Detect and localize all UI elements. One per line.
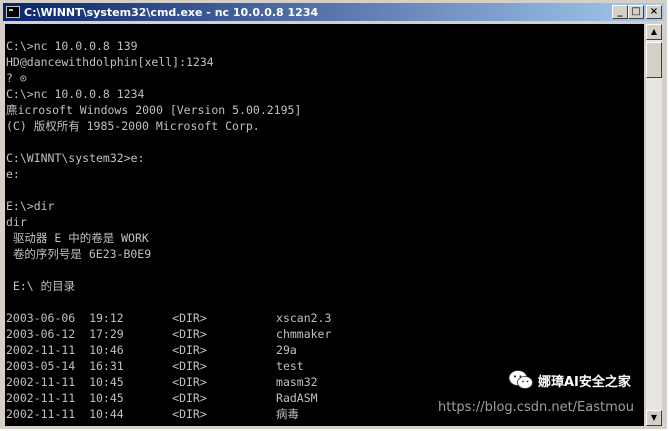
- scroll-thumb[interactable]: [646, 42, 662, 78]
- console-line: dir: [6, 215, 27, 229]
- console-line: 2002-11-11 10:44 <DIR> 病毒: [6, 407, 300, 421]
- console-line: 2002-11-11 10:45 <DIR> RadASM: [6, 391, 318, 405]
- cmd-icon[interactable]: [6, 6, 20, 18]
- console-line: 2003-06-12 17:29 <DIR> chmmaker: [6, 327, 332, 341]
- close-button[interactable]: ×: [646, 5, 662, 19]
- maximize-button[interactable]: □: [628, 5, 644, 19]
- vertical-scrollbar[interactable]: ▲ ▼: [646, 24, 662, 426]
- console-line: HD@dancewithdolphin[xell]:1234: [6, 55, 214, 69]
- console-line: 2003-05-14 16:31 <DIR> test: [6, 359, 304, 373]
- console-line: 驱动器 E 中的卷是 WORK: [6, 231, 149, 245]
- console-line: ? ⊙: [6, 71, 27, 85]
- title-bar[interactable]: C:\WINNT\system32\cmd.exe - nc 10.0.0.8 …: [3, 3, 664, 21]
- console-line: C:\>nc 10.0.0.8 139: [6, 39, 138, 53]
- console-line: e:: [6, 167, 20, 181]
- console-line: (C) 版权所有 1985-2000 Microsoft Corp.: [6, 119, 260, 133]
- scroll-down-button[interactable]: ▼: [646, 410, 662, 426]
- console-line: 2002-11-11 10:45 <DIR> masm32: [6, 375, 318, 389]
- window-controls: _ □ ×: [612, 5, 662, 19]
- console-line: C:\WINNT\system32>e:: [6, 151, 145, 165]
- brand-watermark: 娜璋AI安全之家: [508, 357, 631, 403]
- wechat-icon: [508, 370, 533, 389]
- console-line: C:\>nc 10.0.0.8 1234: [6, 87, 145, 101]
- console-line: E:\>dir: [6, 199, 55, 213]
- console-line: 卷的序列号是 6E23-B0E9: [6, 247, 152, 261]
- console-line: E:\ 的目录: [6, 279, 76, 293]
- scroll-up-button[interactable]: ▲: [646, 24, 662, 40]
- console-line: 麃icrosoft Windows 2000 [Version 5.00.219…: [6, 103, 302, 117]
- brand-text: 娜璋AI安全之家: [538, 374, 631, 390]
- window-title: C:\WINNT\system32\cmd.exe - nc 10.0.0.8 …: [24, 5, 319, 19]
- url-watermark: https://blog.csdn.net/Eastmou: [438, 400, 634, 415]
- console-line: 2003-06-06 19:12 <DIR> xscan2.3: [6, 311, 332, 325]
- console-line: 2002-11-11 10:46 <DIR> 29a: [6, 343, 297, 357]
- minimize-button[interactable]: _: [612, 5, 628, 19]
